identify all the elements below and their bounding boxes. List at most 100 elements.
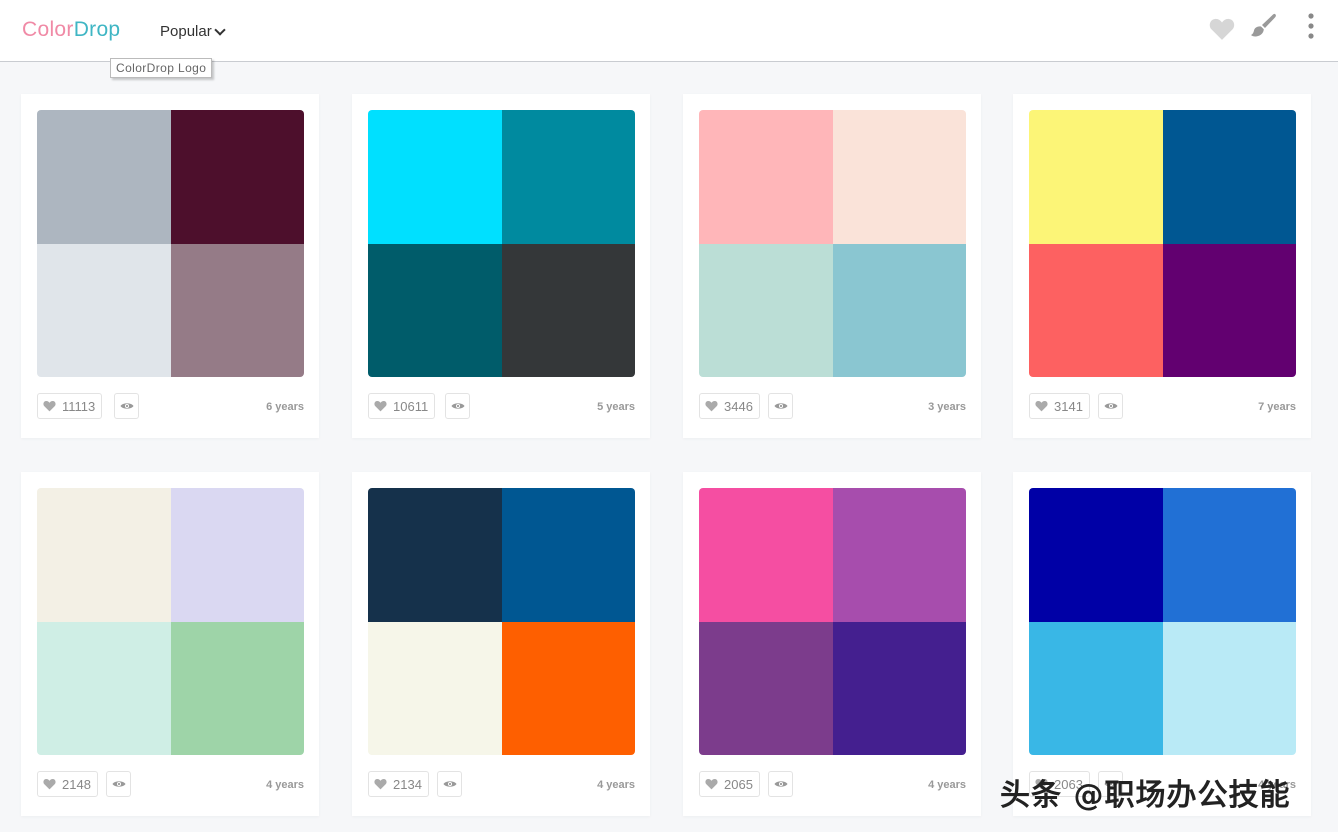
popular-dropdown[interactable]: Popular: [160, 23, 226, 40]
view-button[interactable]: [1098, 393, 1123, 419]
palette-card[interactable]: 11113 6 years: [21, 94, 319, 438]
view-button[interactable]: [445, 393, 470, 419]
logo-text-color: Color: [22, 18, 74, 41]
color-swatch[interactable]: [1162, 110, 1296, 244]
palette-swatches[interactable]: [37, 488, 304, 755]
palette-age: 3 years: [928, 401, 966, 413]
color-swatch[interactable]: [1029, 621, 1163, 755]
color-swatch[interactable]: [368, 243, 502, 377]
palette-card[interactable]: 2065 4 years: [683, 472, 981, 816]
palette-age: 4 years: [597, 779, 635, 791]
brush-icon[interactable]: [1250, 12, 1278, 42]
palette-footer: 10611 5 years: [368, 393, 635, 419]
heart-icon: [705, 778, 718, 790]
color-swatch[interactable]: [501, 621, 635, 755]
view-button[interactable]: [768, 771, 793, 797]
color-swatch[interactable]: [501, 110, 635, 244]
palette-age: 5 years: [597, 401, 635, 413]
eye-icon: [120, 403, 133, 409]
eye-icon: [1104, 403, 1117, 409]
color-swatch[interactable]: [832, 243, 966, 377]
palette-card[interactable]: 3446 3 years: [683, 94, 981, 438]
color-swatch[interactable]: [1162, 488, 1296, 622]
like-count: 2134: [393, 776, 422, 792]
view-button[interactable]: [106, 771, 131, 797]
palette-age: 4 years: [928, 779, 966, 791]
eye-icon: [774, 781, 787, 787]
color-swatch[interactable]: [1162, 243, 1296, 377]
color-swatch[interactable]: [501, 243, 635, 377]
heart-icon: [374, 400, 387, 412]
color-swatch[interactable]: [1029, 110, 1163, 244]
logo-text-drop: Drop: [73, 18, 121, 41]
color-swatch[interactable]: [37, 488, 171, 622]
color-swatch[interactable]: [699, 243, 833, 377]
like-count: 3141: [1054, 398, 1083, 414]
color-swatch[interactable]: [37, 110, 171, 244]
eye-icon: [112, 781, 125, 787]
eye-icon: [443, 781, 456, 787]
like-button[interactable]: 10611: [368, 393, 436, 419]
chevron-down-icon: [214, 23, 226, 36]
color-swatch[interactable]: [699, 488, 833, 622]
like-count: 2148: [62, 776, 91, 792]
like-button[interactable]: 3446: [699, 393, 760, 419]
palette-footer: 3446 3 years: [699, 393, 966, 419]
popular-dropdown-label: Popular: [160, 23, 212, 40]
palette-swatches[interactable]: [368, 488, 635, 755]
palette-swatches[interactable]: [699, 110, 966, 377]
heart-icon: [1035, 400, 1048, 412]
like-count: 3446: [724, 398, 753, 414]
palette-footer: 11113 6 years: [37, 393, 304, 419]
more-options-icon[interactable]: [1305, 12, 1317, 42]
palette-card[interactable]: 3141 7 years: [1013, 94, 1311, 438]
color-swatch[interactable]: [699, 621, 833, 755]
color-swatch[interactable]: [37, 621, 171, 755]
like-button[interactable]: 11113: [37, 393, 103, 419]
palette-card[interactable]: 2148 4 years: [21, 472, 319, 816]
color-swatch[interactable]: [1029, 488, 1163, 622]
color-swatch[interactable]: [832, 110, 966, 244]
like-button[interactable]: 2065: [699, 771, 760, 797]
color-swatch[interactable]: [368, 110, 502, 244]
like-button[interactable]: 3141: [1029, 393, 1090, 419]
color-swatch[interactable]: [832, 488, 966, 622]
color-swatch[interactable]: [1162, 621, 1296, 755]
palette-card[interactable]: 2063 4 years: [1013, 472, 1311, 816]
like-button[interactable]: 2134: [368, 771, 429, 797]
color-swatch[interactable]: [170, 488, 304, 622]
color-swatch[interactable]: [501, 488, 635, 622]
palette-age: 4 years: [266, 779, 304, 791]
color-swatch[interactable]: [699, 110, 833, 244]
palette-footer: 2065 4 years: [699, 771, 966, 797]
palette-swatches[interactable]: [1029, 110, 1296, 377]
color-swatch[interactable]: [170, 621, 304, 755]
logo-tooltip: ColorDrop Logo: [110, 58, 213, 78]
color-swatch[interactable]: [832, 621, 966, 755]
like-count: 10611: [393, 398, 429, 414]
palette-swatches[interactable]: [1029, 488, 1296, 755]
like-count: 11113: [62, 398, 96, 414]
color-swatch[interactable]: [170, 243, 304, 377]
like-button[interactable]: 2148: [37, 771, 98, 797]
top-bar: ColorDrop Popular: [0, 0, 1338, 62]
view-button[interactable]: [437, 771, 462, 797]
favorites-heart-icon[interactable]: [1208, 17, 1236, 41]
palette-card[interactable]: 2134 4 years: [352, 472, 650, 816]
palette-swatches[interactable]: [37, 110, 304, 377]
view-button[interactable]: [114, 393, 139, 419]
view-button[interactable]: [768, 393, 793, 419]
colordrop-logo[interactable]: ColorDrop: [22, 18, 120, 42]
color-swatch[interactable]: [368, 621, 502, 755]
palette-footer: 3141 7 years: [1029, 393, 1296, 419]
palette-age: 7 years: [1258, 401, 1296, 413]
color-swatch[interactable]: [170, 110, 304, 244]
palette-swatches[interactable]: [699, 488, 966, 755]
color-swatch[interactable]: [1029, 243, 1163, 377]
palette-footer: 2134 4 years: [368, 771, 635, 797]
color-swatch[interactable]: [368, 488, 502, 622]
watermark-text: 头条 @职场办公技能: [1000, 778, 1291, 813]
palette-card[interactable]: 10611 5 years: [352, 94, 650, 438]
palette-swatches[interactable]: [368, 110, 635, 377]
color-swatch[interactable]: [37, 243, 171, 377]
